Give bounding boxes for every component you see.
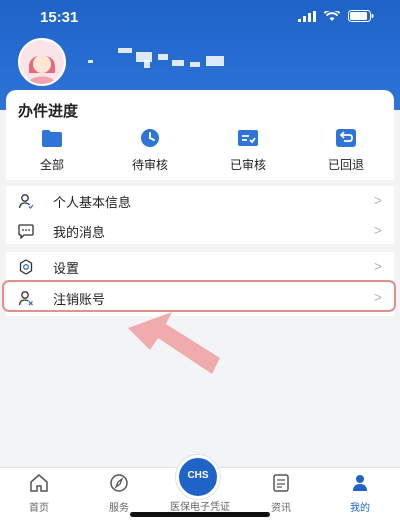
highlight-box — [2, 280, 396, 312]
progress-pending-label: 待审核 — [131, 158, 168, 172]
tab-home-label: 首页 — [29, 503, 49, 514]
progress-all-button[interactable]: 全部 — [12, 128, 92, 173]
news-icon — [273, 474, 289, 492]
menu-item-messages[interactable]: 我的消息 > — [6, 216, 394, 246]
progress-title: 办件进度 — [18, 103, 79, 120]
profile-icon — [353, 475, 367, 491]
status-bar: 15:31 — [0, 0, 400, 36]
pointer-arrow-icon — [128, 312, 220, 374]
tab-medical-insurance-card-label: 医保电子凭证 — [170, 502, 230, 513]
chevron-right-icon: > — [373, 222, 382, 238]
medical-insurance-qr-button[interactable]: CHS — [176, 455, 220, 499]
progress-returned-button[interactable]: 已回退 — [306, 128, 386, 173]
progress-reviewed-label: 已审核 — [229, 158, 266, 172]
battery-icon — [348, 10, 374, 22]
signal-icon — [298, 10, 316, 22]
tab-services[interactable]: 服务 — [84, 474, 154, 514]
compass-icon — [110, 474, 128, 492]
gear-icon — [19, 259, 33, 275]
menu-item-personal-info[interactable]: 个人基本信息 > — [6, 186, 394, 216]
progress-all-label: 全部 — [39, 158, 64, 172]
folder-icon — [41, 128, 63, 148]
tab-mine[interactable]: 我的 — [325, 474, 395, 514]
checked-list-icon — [237, 128, 259, 148]
home-indicator — [130, 512, 270, 517]
menu-item-personal-info-label: 个人基本信息 — [53, 195, 132, 210]
qr-card-icon: CHS — [187, 470, 209, 481]
clock-icon — [139, 128, 161, 148]
menu-item-settings[interactable]: 设置 > — [6, 252, 394, 282]
status-time: 15:31 — [40, 9, 79, 26]
progress-card: 办件进度 全部 待审核 已审核 已回退 — [6, 90, 394, 180]
progress-returned-label: 已回退 — [327, 158, 364, 172]
message-icon — [18, 224, 34, 239]
chevron-right-icon: > — [373, 258, 382, 274]
home-icon — [30, 474, 48, 492]
tab-home[interactable]: 首页 — [4, 474, 74, 514]
menu-item-messages-label: 我的消息 — [53, 225, 106, 240]
progress-reviewed-button[interactable]: 已审核 — [208, 128, 288, 173]
progress-pending-button[interactable]: 待审核 — [110, 128, 190, 173]
chevron-right-icon: > — [373, 192, 382, 208]
return-icon — [335, 128, 357, 148]
wifi-icon — [324, 10, 340, 21]
status-icons — [298, 10, 374, 22]
menu-group-1: 个人基本信息 > 我的消息 > — [6, 186, 394, 244]
avatar[interactable] — [18, 38, 66, 86]
menu-item-settings-label: 设置 — [53, 261, 80, 276]
user-icon — [18, 194, 34, 209]
tab-news[interactable]: 资讯 — [246, 474, 316, 514]
username-blurred — [88, 48, 238, 70]
tab-mine-label: 我的 — [350, 503, 370, 514]
